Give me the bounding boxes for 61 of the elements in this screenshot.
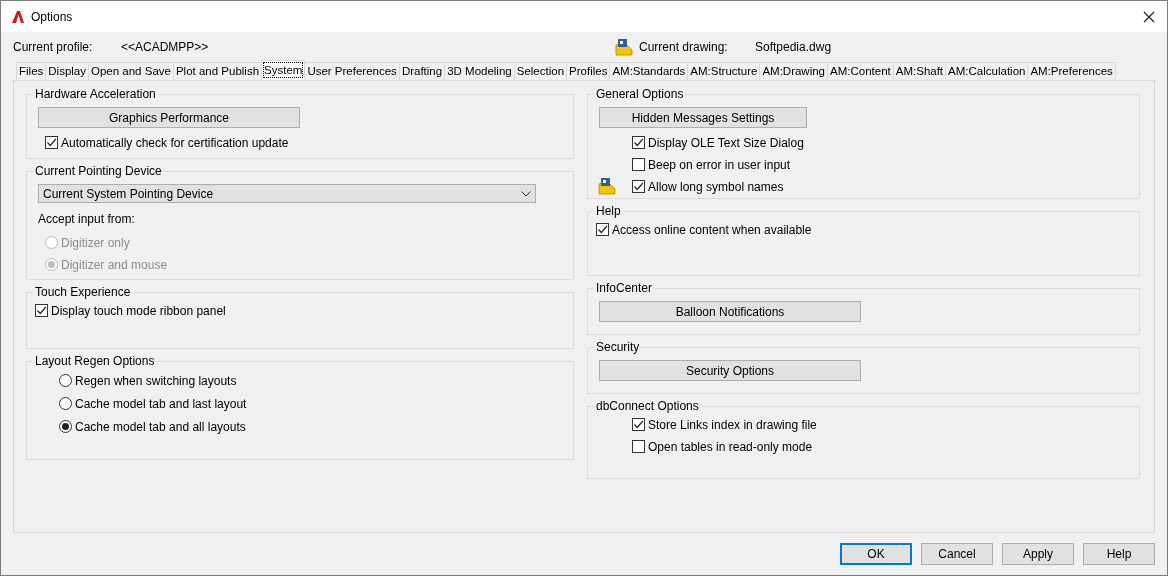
radio-label: Digitizer and mouse — [61, 257, 168, 272]
checkbox[interactable] — [632, 180, 645, 193]
checkbox[interactable] — [632, 418, 645, 431]
checkbox-label: Automatically check for certification update — [61, 135, 289, 150]
group-title: Layout Regen Options — [34, 354, 156, 368]
drawing-name: Softpedia.dwg — [755, 40, 832, 54]
radio-label: Digitizer only — [61, 235, 130, 250]
checkbox-label: Access online content when available — [612, 222, 812, 237]
push-button[interactable]: Balloon Notifications — [599, 301, 861, 322]
profile-label: Current profile: — [13, 40, 94, 54]
chevron-down-icon — [521, 190, 531, 197]
group-title: InfoCenter — [595, 281, 654, 295]
tab[interactable]: Display — [45, 62, 89, 80]
checkbox-label: Store Links index in drawing file — [648, 417, 817, 432]
checkbox-label: Display OLE Text Size Dialog — [648, 135, 804, 150]
close-icon[interactable] — [1143, 10, 1155, 23]
push-button[interactable]: Security Options — [599, 360, 861, 381]
checkbox[interactable] — [35, 304, 48, 317]
tab[interactable]: System — [261, 60, 306, 80]
checkbox-label: Allow long symbol names — [648, 179, 784, 194]
tab[interactable]: Open and Save — [88, 62, 174, 80]
tab[interactable]: Files — [16, 62, 47, 80]
checkbox[interactable] — [632, 136, 645, 149]
tab[interactable]: AM:Preferences — [1027, 62, 1116, 80]
radio-button[interactable] — [59, 397, 72, 410]
radio-label: Regen when switching layouts — [75, 373, 237, 388]
tab[interactable]: 3D Modeling — [444, 62, 515, 80]
profile-name: <<ACADMPP>> — [121, 40, 210, 54]
checkbox[interactable] — [45, 136, 58, 149]
dialog-button[interactable]: Cancel — [921, 543, 993, 565]
dropdown[interactable]: Current System Pointing Device — [38, 184, 536, 203]
window-title: Options — [31, 9, 74, 24]
group-title: Hardware Acceleration — [34, 87, 157, 101]
tab[interactable]: Drafting — [398, 62, 446, 80]
push-button[interactable]: Hidden Messages Settings — [599, 107, 807, 128]
drawing-label: Current drawing: — [639, 40, 729, 54]
group-title: Security — [595, 340, 641, 354]
group-title: General Options — [595, 87, 685, 101]
dialog-button[interactable]: OK — [840, 543, 912, 565]
checkbox[interactable] — [632, 440, 645, 453]
group-title: Help — [595, 204, 622, 218]
checkbox-label: Beep on error in user input — [648, 157, 791, 172]
group-title: dbConnect Options — [595, 399, 700, 413]
group-title: Current Pointing Device — [34, 164, 163, 178]
checkbox[interactable] — [632, 158, 645, 171]
dialog-button[interactable]: Help — [1083, 543, 1155, 565]
push-button[interactable]: Graphics Performance — [38, 107, 300, 128]
field-label: Accept input from: — [38, 212, 135, 226]
app-logo-icon — [11, 9, 25, 24]
group-title: Touch Experience — [34, 285, 132, 299]
dialog-button[interactable]: Apply — [1002, 543, 1074, 565]
drawing-file-icon — [598, 177, 616, 195]
radio-label: Cache model tab and all layouts — [75, 419, 246, 434]
radio-label: Cache model tab and last layout — [75, 396, 247, 411]
tab[interactable]: AM:Drawing — [759, 62, 829, 80]
checkbox-label: Open tables in read-only mode — [648, 439, 813, 454]
checkbox[interactable] — [596, 223, 609, 236]
checkbox-label: Display touch mode ribbon panel — [51, 303, 226, 318]
radio-button[interactable] — [59, 420, 72, 433]
radio-button[interactable] — [59, 374, 72, 387]
drawing-file-icon — [615, 38, 633, 56]
